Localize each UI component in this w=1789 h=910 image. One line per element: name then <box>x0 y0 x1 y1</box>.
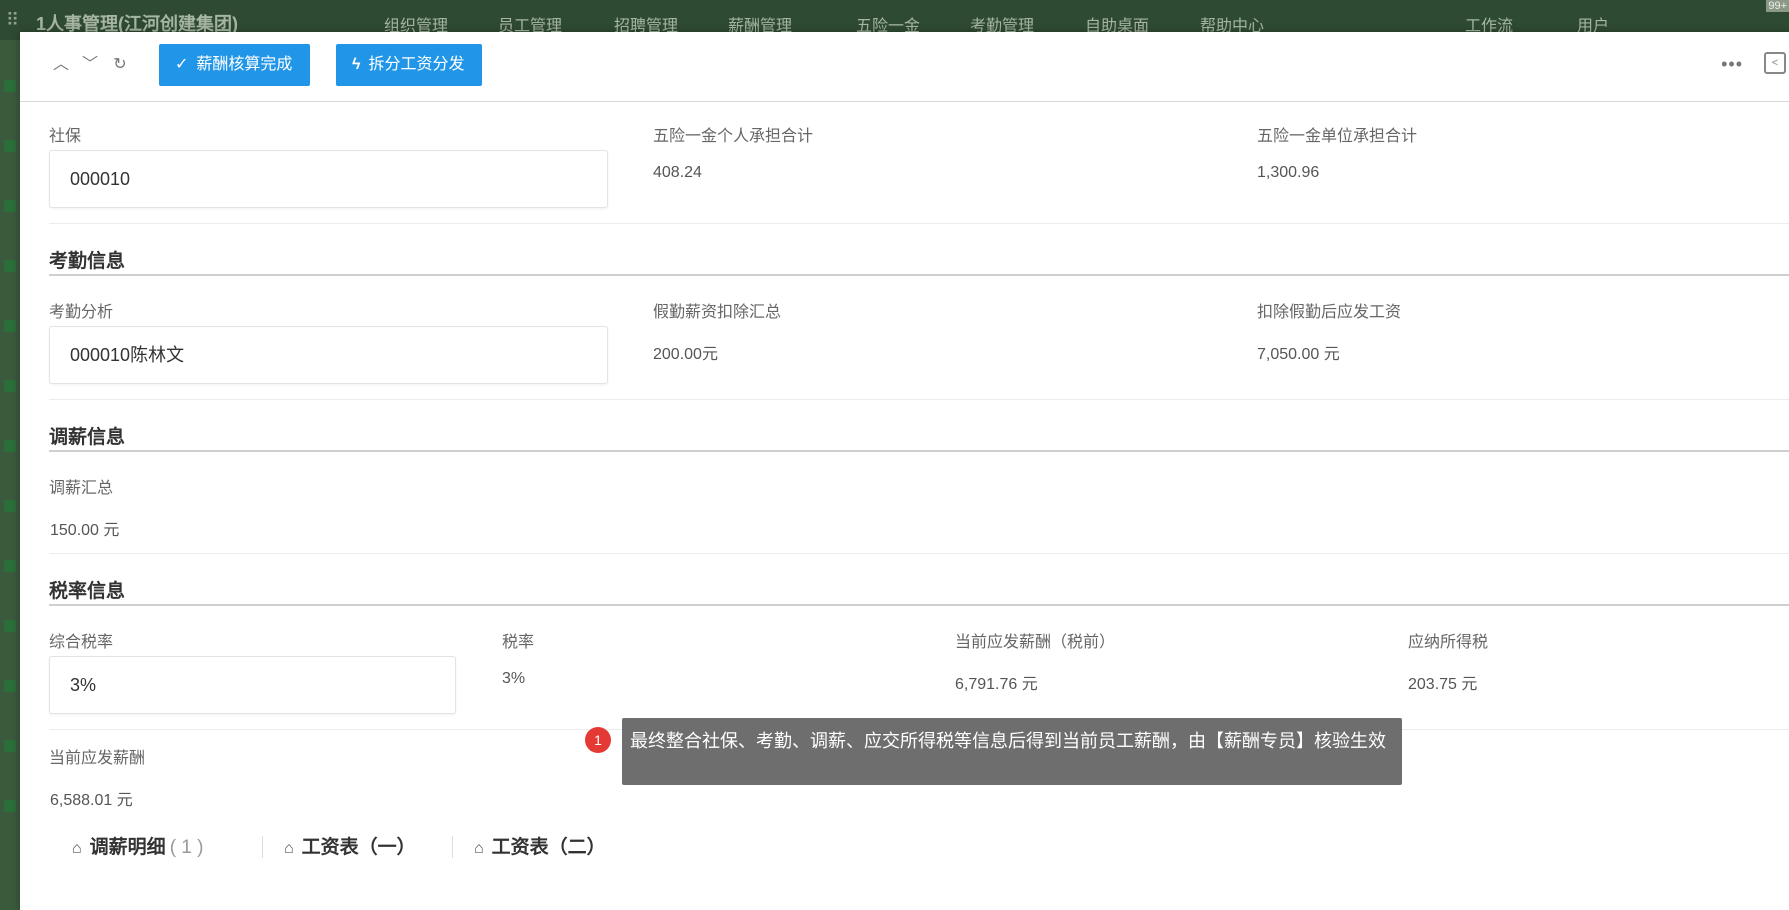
more-icon[interactable]: ••• <box>1721 54 1743 75</box>
current-salary-value: 6,588.01 元 <box>50 792 133 809</box>
tab-adjust-detail[interactable]: ⌂ 调薪明细( 1 ) <box>72 832 203 859</box>
tax-section-title: 税率信息 <box>49 581 126 602</box>
salary-confirm-button[interactable]: ✓ 薪酬核算完成 <box>159 44 311 86</box>
collapse-panel-icon[interactable]: < <box>1764 52 1786 74</box>
social-field[interactable]: 000010 <box>49 150 608 208</box>
refresh-icon[interactable]: ↻ <box>109 54 131 76</box>
sidebar-icon[interactable] <box>4 440 16 452</box>
leave-deduct-value: 200.00元 <box>653 346 718 363</box>
adjust-sum-value: 150.00 元 <box>50 522 120 539</box>
section-divider <box>49 450 1789 452</box>
sidebar-icon[interactable] <box>4 680 16 692</box>
company-total-value: 1,300.96 <box>1257 164 1320 181</box>
sidebar-icon[interactable] <box>4 740 16 752</box>
tab-count: ( 1 ) <box>169 837 204 858</box>
tab-payroll-two[interactable]: ⌂ 工资表（二） <box>474 832 606 859</box>
pretax-salary-value: 6,791.76 元 <box>955 676 1038 693</box>
personal-total-label: 五险一金个人承担合计 <box>653 128 814 145</box>
sidebar-icon[interactable] <box>4 260 16 272</box>
home-icon: ⌂ <box>474 840 484 857</box>
home-icon: ⌂ <box>72 840 82 857</box>
section-divider <box>49 604 1789 606</box>
tab-divider <box>452 836 453 858</box>
check-icon: ✓ <box>175 56 189 73</box>
pretax-salary-label: 当前应发薪酬（税前） <box>955 634 1116 651</box>
home-icon: ⌂ <box>284 840 294 857</box>
sidebar-icon[interactable] <box>4 80 16 92</box>
notification-badge: 99+ <box>1766 0 1789 12</box>
section-divider <box>49 274 1789 276</box>
guide-tooltip: 最终整合社保、考勤、调薪、应交所得税等信息后得到当前员工薪酬，由【薪酬专员】核验… <box>622 718 1402 785</box>
chevron-down-icon[interactable]: ﹀ <box>79 54 101 76</box>
apps-grid-icon[interactable]: ⠿ <box>6 10 19 31</box>
salary-confirm-label: 薪酬核算完成 <box>196 56 293 73</box>
personal-total-value: 408.24 <box>653 164 702 181</box>
tax-rate-label: 税率 <box>502 634 535 651</box>
attendance-analysis-field[interactable]: 000010陈林文 <box>49 326 608 384</box>
divider <box>49 399 1789 400</box>
lightning-icon: ϟ <box>352 56 361 73</box>
attendance-analysis-label: 考勤分析 <box>49 304 114 321</box>
guide-step-badge: 1 <box>585 727 611 753</box>
tab-divider <box>262 836 263 858</box>
sidebar-icon[interactable] <box>4 140 16 152</box>
divider <box>49 223 1789 224</box>
sidebar-icon[interactable] <box>4 560 16 572</box>
salary-detail-panel: ︿ ﹀ ↻ ✓ 薪酬核算完成 ϟ 拆分工资分发 ••• < 社保 000010 五险… <box>20 32 1789 910</box>
adjust-section-title: 调薪信息 <box>49 427 126 448</box>
after-deduct-value: 7,050.00 元 <box>1257 346 1340 363</box>
panel-content: 社保 000010 五险一金个人承担合计 408.24 五险一金单位承担合计 1… <box>20 102 1789 910</box>
split-salary-label: 拆分工资分发 <box>368 56 465 73</box>
tab-label: 工资表（二） <box>491 837 606 858</box>
tab-payroll-one[interactable]: ⌂ 工资表（一） <box>284 832 416 859</box>
panel-toolbar: ︿ ﹀ ↻ ✓ 薪酬核算完成 ϟ 拆分工资分发 ••• < <box>20 32 1789 102</box>
tab-label: 工资表（一） <box>301 837 416 858</box>
adjust-sum-label: 调薪汇总 <box>49 480 114 497</box>
sidebar-icon[interactable] <box>4 320 16 332</box>
after-deduct-label: 扣除假勤后应发工资 <box>1257 304 1402 321</box>
chevron-up-icon[interactable]: ︿ <box>50 54 72 76</box>
sidebar-icon[interactable] <box>4 380 16 392</box>
divider <box>49 553 1789 554</box>
split-salary-button[interactable]: ϟ 拆分工资分发 <box>336 44 483 86</box>
sidebar-icon[interactable] <box>4 620 16 632</box>
sidebar-icon[interactable] <box>4 200 16 212</box>
company-total-label: 五险一金单位承担合计 <box>1257 128 1418 145</box>
tax-rate-value: 3% <box>502 670 526 687</box>
combined-rate-label: 综合税率 <box>49 634 114 651</box>
combined-rate-field[interactable]: 3% <box>49 656 456 714</box>
leave-deduct-label: 假勤薪资扣除汇总 <box>653 304 782 321</box>
social-label: 社保 <box>49 128 82 145</box>
current-salary-label: 当前应发薪酬 <box>49 750 146 767</box>
tax-due-label: 应纳所得税 <box>1408 634 1489 651</box>
sidebar-icon[interactable] <box>4 500 16 512</box>
left-sidebar-strip <box>0 40 20 910</box>
tax-due-value: 203.75 元 <box>1408 676 1478 693</box>
attendance-section-title: 考勤信息 <box>49 251 126 272</box>
sidebar-icon[interactable] <box>4 800 16 812</box>
tab-label: 调薪明细 <box>89 837 166 858</box>
